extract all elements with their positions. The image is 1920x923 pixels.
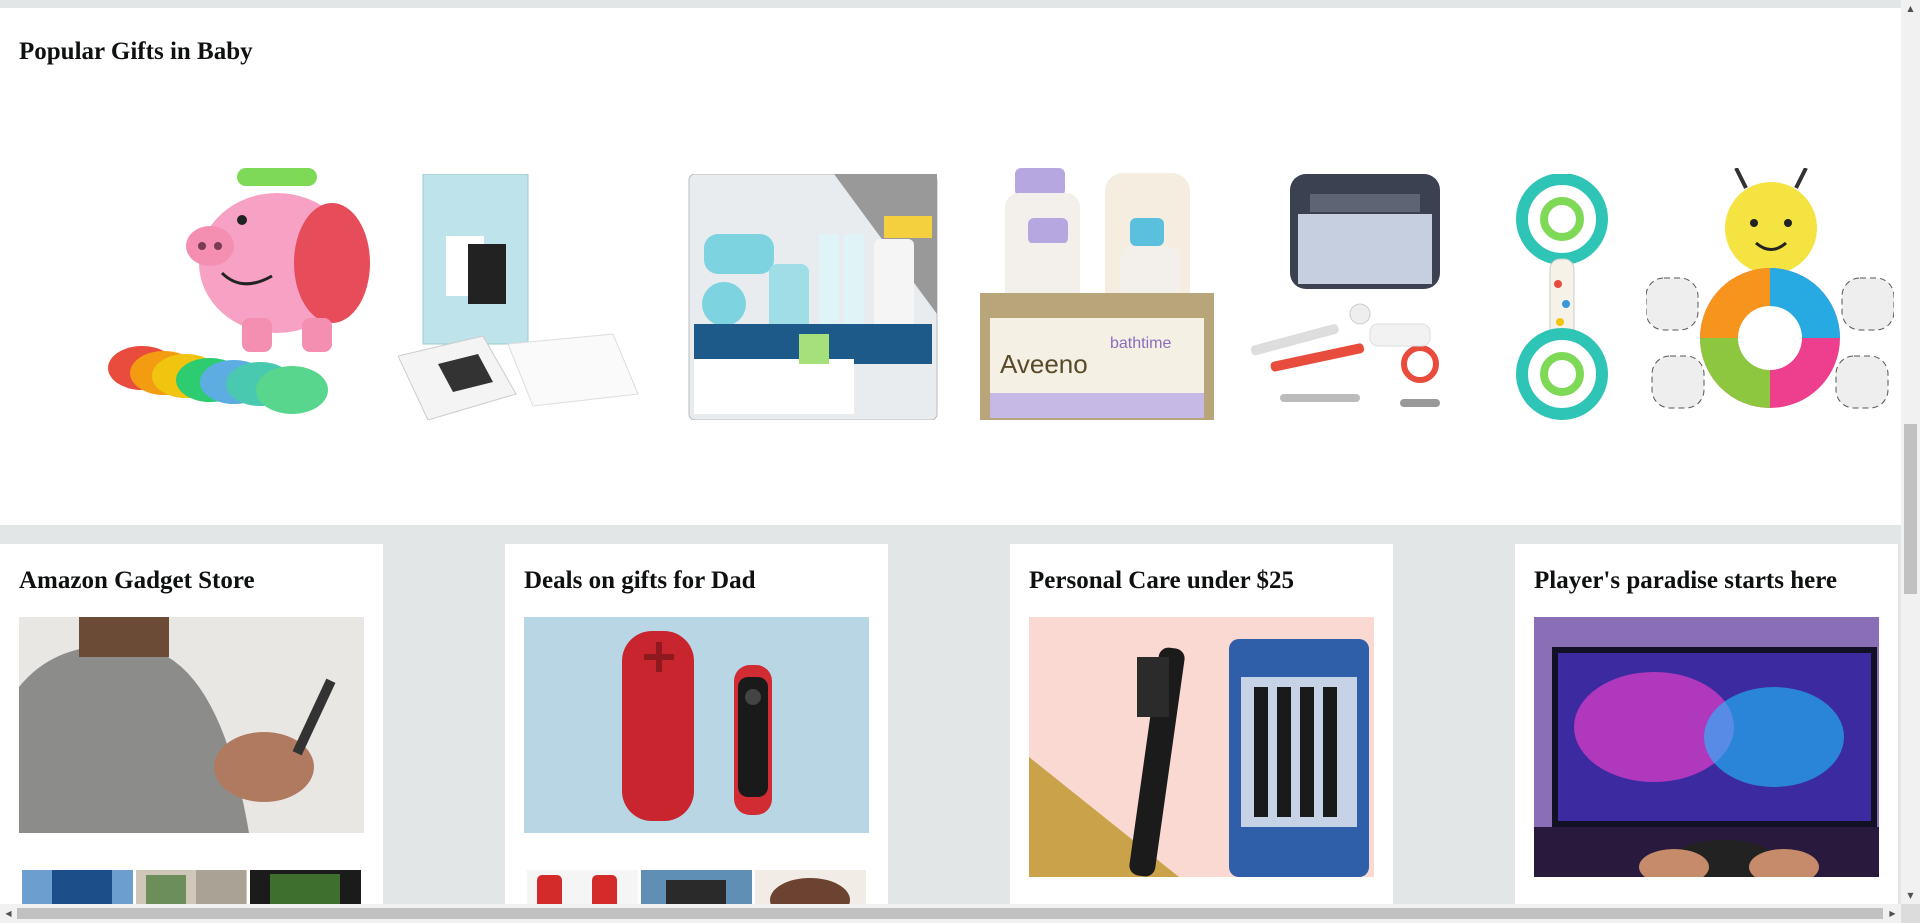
person-using-phone-icon (19, 617, 364, 833)
product-carousel: Aveeno bathtime (0, 168, 1901, 428)
gaming-tv-icon (1534, 617, 1879, 877)
thumbnail[interactable] (641, 870, 752, 904)
scroll-right-arrow-icon[interactable]: ▶ (1884, 904, 1901, 923)
scroll-down-arrow-icon[interactable]: ▼ (1901, 887, 1920, 904)
product-piggy-bank[interactable] (102, 168, 372, 420)
piggy-bank-toy-icon (108, 168, 370, 414)
popular-gifts-section: Popular Gifts in Baby Aveeno bathtime (0, 8, 1901, 525)
card-thumbnails (19, 870, 364, 904)
handprint-kit-icon (398, 174, 639, 420)
card-personal-care: Personal Care under $25 (1010, 544, 1393, 904)
card-title[interactable]: Amazon Gadget Store (19, 567, 255, 595)
card-hero-image[interactable] (1029, 617, 1374, 877)
horizontal-scrollbar[interactable]: ◀ ▶ (0, 904, 1901, 923)
card-deals-gifts-dad: Deals on gifts for Dad (505, 544, 888, 904)
product-rattle-toy[interactable] (1514, 174, 1610, 420)
grooming-kit-bag-icon (1250, 174, 1440, 407)
card-title[interactable]: Deals on gifts for Dad (524, 567, 755, 595)
speaker-and-remote-icon (524, 617, 869, 833)
svg-text:Aveeno: Aveeno (1000, 349, 1088, 379)
page-viewport: Popular Gifts in Baby Aveeno bathtime Am… (0, 0, 1901, 904)
card-title[interactable]: Personal Care under $25 (1029, 567, 1294, 595)
product-aveeno-gift-set[interactable]: Aveeno bathtime (980, 168, 1214, 420)
aveeno-gift-set-icon: Aveeno bathtime (980, 168, 1214, 420)
svg-text:bathtime: bathtime (1110, 335, 1171, 352)
card-hero-image[interactable] (1534, 617, 1879, 877)
top-divider (0, 0, 1901, 8)
product-grooming-kit-bag[interactable] (1250, 174, 1476, 420)
healthcare-grooming-kit-icon (688, 174, 938, 420)
card-hero-image[interactable] (19, 617, 364, 833)
product-healthcare-kit[interactable] (684, 174, 942, 420)
vertical-scrollbar[interactable]: ▲ ▼ (1901, 0, 1920, 904)
thumbnail[interactable] (250, 870, 361, 904)
product-caterpillar-plush[interactable] (1646, 168, 1894, 420)
product-handprint-kit[interactable] (398, 174, 648, 420)
thumbnail[interactable] (22, 870, 133, 904)
card-hero-image[interactable] (524, 617, 869, 833)
card-title[interactable]: Player's paradise starts here (1534, 567, 1837, 595)
thumbnail[interactable] (755, 870, 866, 904)
vertical-scroll-thumb[interactable] (1904, 424, 1917, 594)
scroll-left-arrow-icon[interactable]: ◀ (0, 904, 17, 923)
thumbnail[interactable] (527, 870, 638, 904)
popular-gifts-title: Popular Gifts in Baby (19, 38, 253, 65)
caterpillar-plush-icon (1646, 168, 1894, 409)
card-amazon-gadget-store: Amazon Gadget Store (0, 544, 383, 904)
card-players-paradise: Player's paradise starts here (1515, 544, 1898, 904)
thumbnail[interactable] (136, 870, 247, 904)
scrollbar-corner (1901, 904, 1920, 923)
toothbrushes-icon (1029, 617, 1374, 877)
card-thumbnails (524, 870, 869, 904)
rattle-toy-icon (1516, 174, 1608, 420)
horizontal-scroll-thumb[interactable] (17, 908, 1883, 919)
scroll-up-arrow-icon[interactable]: ▲ (1901, 0, 1920, 17)
